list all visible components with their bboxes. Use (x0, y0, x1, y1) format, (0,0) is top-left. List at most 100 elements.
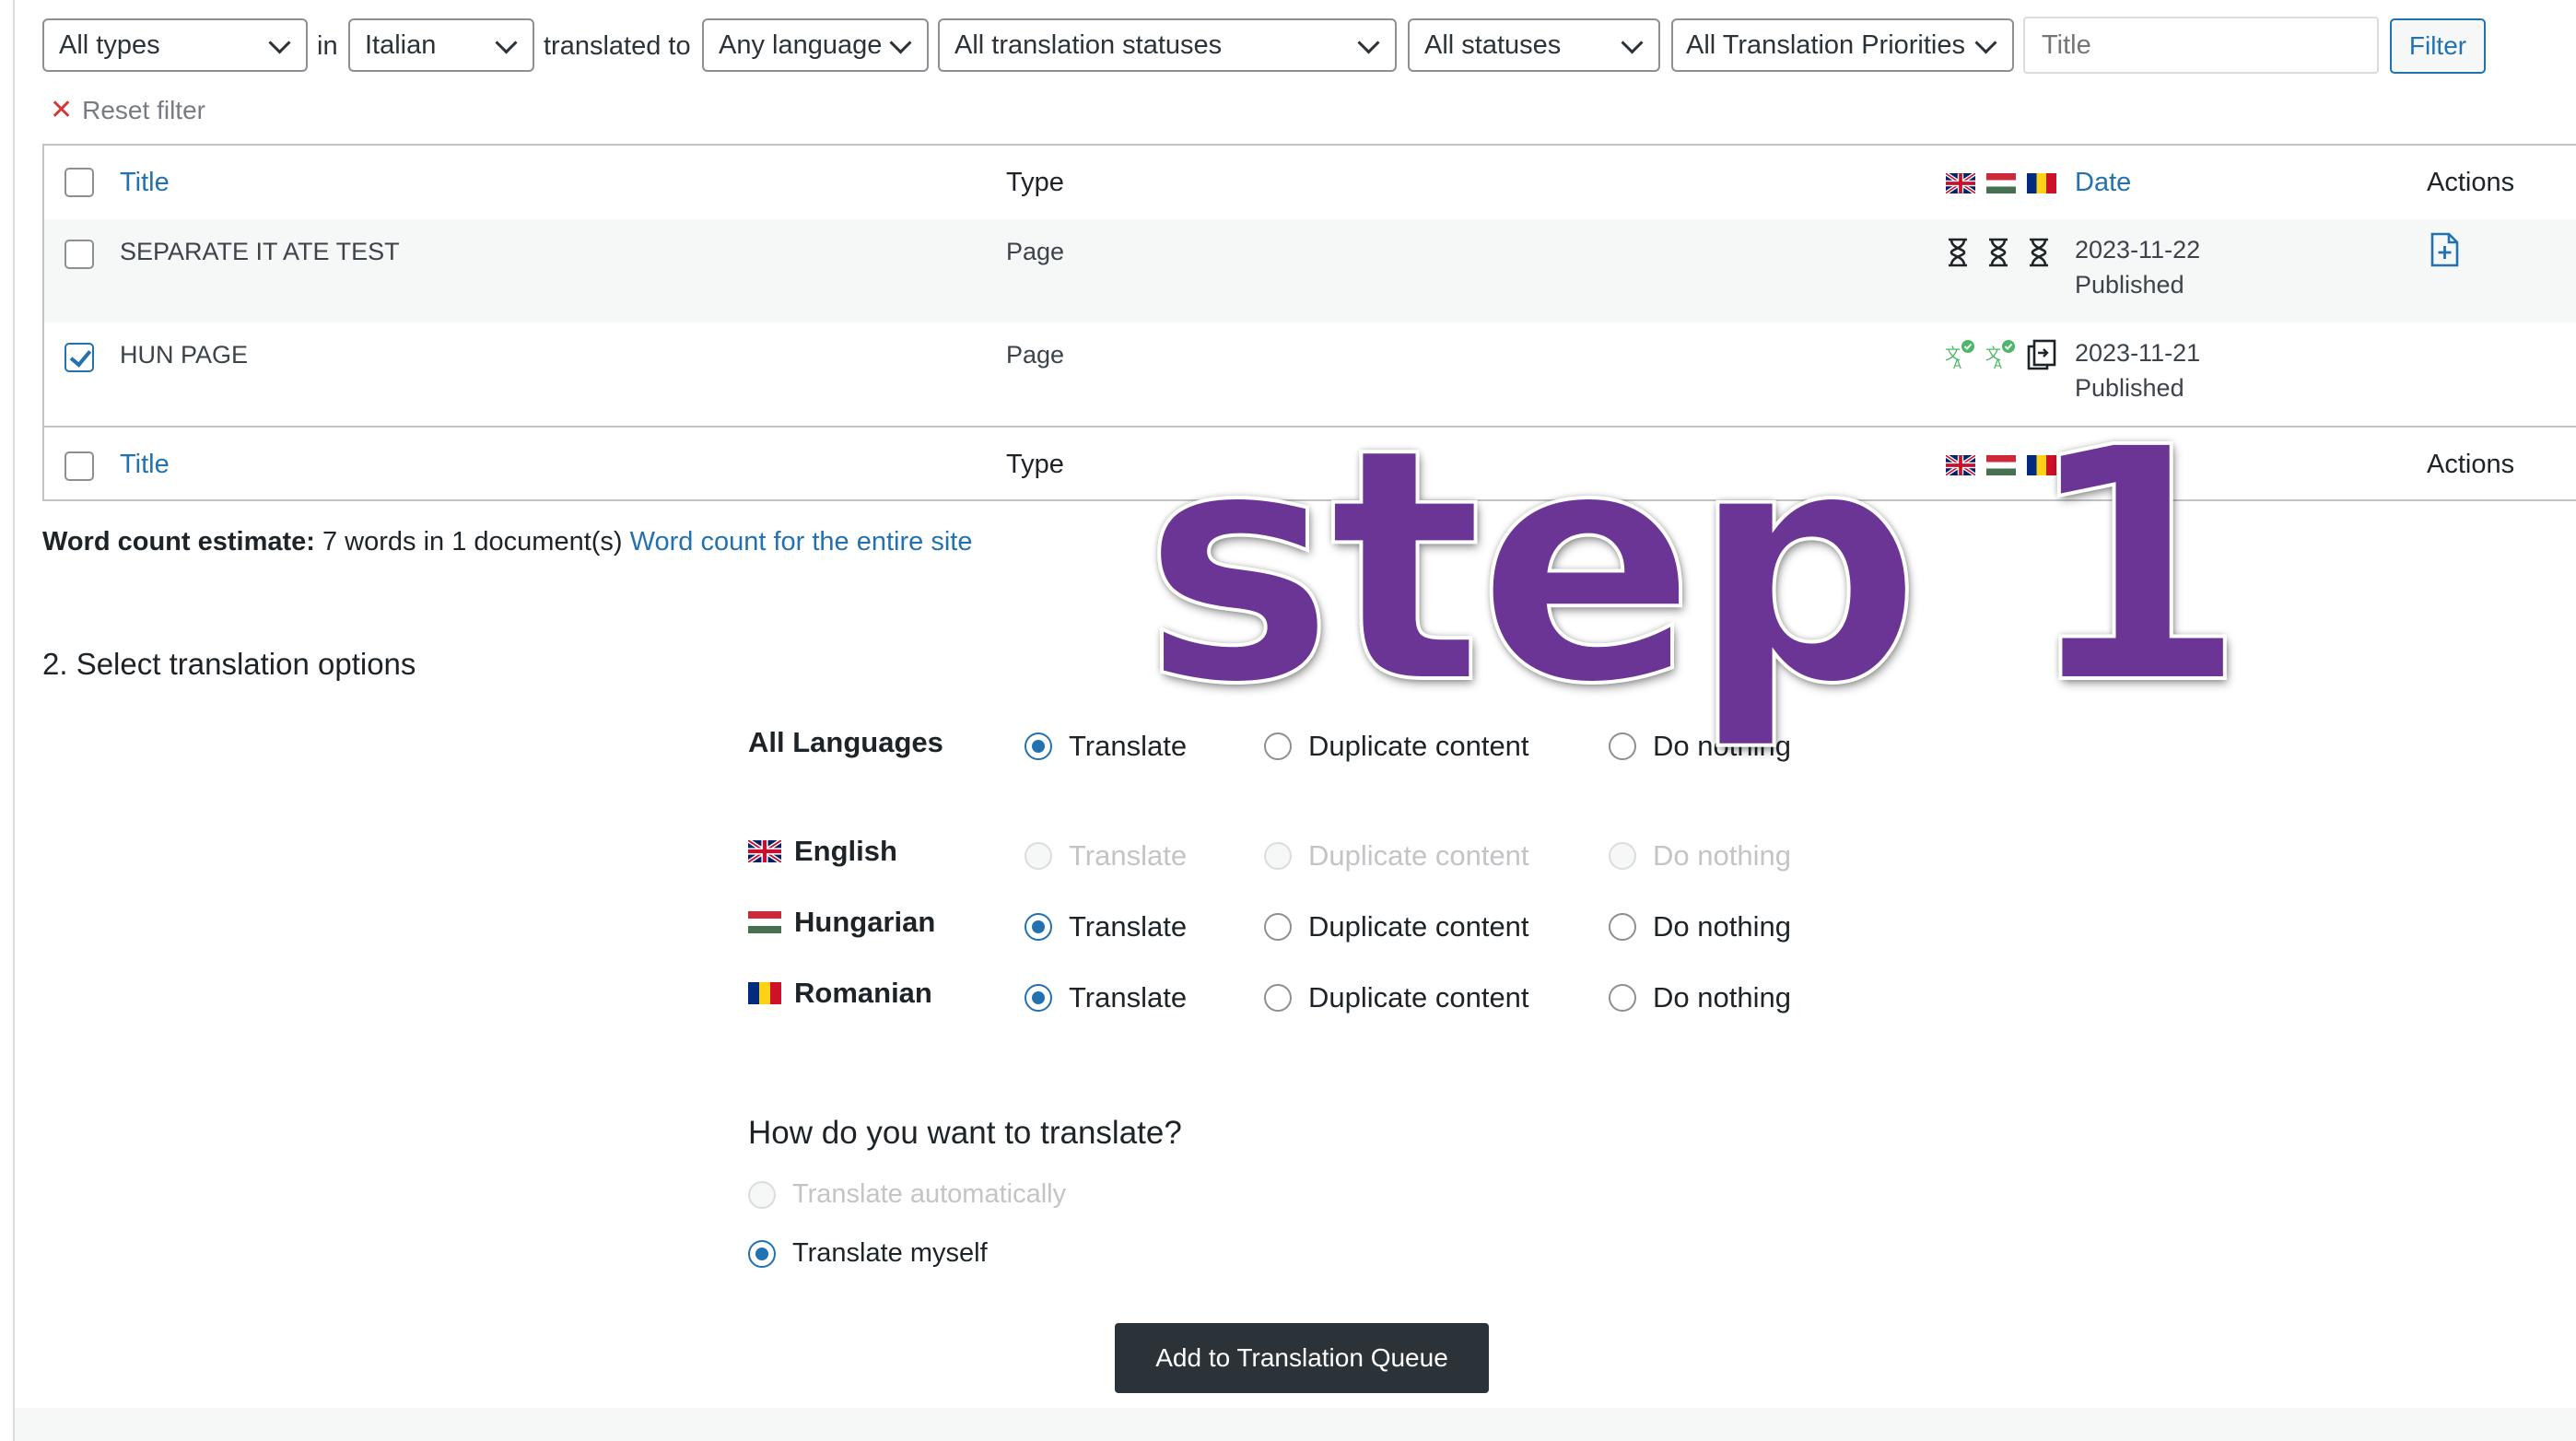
translation-status-icons (1902, 238, 2048, 275)
row-date: 2023-11-21 (2075, 339, 2201, 367)
english-translate-radio (1025, 842, 1052, 870)
title-column-footer[interactable]: Title (120, 450, 170, 480)
footer-band (15, 1408, 2576, 1441)
hourglass-icon[interactable] (1946, 238, 1970, 272)
hourglass-icon[interactable] (1986, 238, 2010, 272)
flag-ro-icon (2027, 173, 2056, 193)
word-count-value: 7 words in 1 document(s) (322, 527, 623, 556)
english-translate-label: Translate (1069, 839, 1188, 872)
chevron-down-icon (1357, 31, 1380, 54)
romanian-duplicate-label[interactable]: Duplicate content (1308, 981, 1529, 1014)
row-title: HUN PAGE (120, 341, 249, 369)
table-header-row: Title Type Date Actions (44, 146, 2576, 221)
word-count-estimate: Word count estimate: 7 words in 1 docume… (42, 527, 972, 557)
word-count-site-link[interactable]: Word count for the entire site (630, 527, 973, 556)
language-name: Hungarian (794, 906, 936, 938)
english-nothing-label: Do nothing (1653, 839, 1791, 872)
hungarian-duplicate-radio[interactable] (1264, 913, 1292, 941)
language-name: English (794, 835, 897, 867)
flag-en-icon (748, 840, 781, 862)
svg-text:A: A (1953, 358, 1961, 370)
romanian-duplicate-radio[interactable] (1264, 984, 1292, 1012)
row-title: SEPARATE IT ATE TEST (120, 238, 400, 265)
translated-icon[interactable]: 文A (1944, 339, 1975, 375)
section-title: 2. Select translation options (42, 647, 416, 681)
romanian-nothing-label[interactable]: Do nothing (1653, 981, 1791, 1014)
source-language-select[interactable]: Italian (348, 18, 534, 72)
word-count-label: Word count estimate: (42, 527, 315, 556)
language-flags-header (1902, 173, 2056, 197)
priority-select[interactable]: All Translation Priorities (1671, 18, 2014, 72)
row-checkbox[interactable] (64, 343, 94, 372)
row-type: Page (1006, 238, 1065, 265)
language-label-hungarian: Hungarian (748, 906, 935, 939)
chevron-down-icon (1974, 31, 1997, 54)
all-translate-radio[interactable] (1025, 732, 1052, 760)
translation-method-title: How do you want to translate? (748, 1115, 1182, 1151)
chevron-down-icon (268, 31, 291, 54)
translation-status-select[interactable]: All translation statuses (938, 18, 1397, 72)
reset-filter-label: Reset filter (82, 96, 205, 124)
target-language-select[interactable]: Any language (702, 18, 929, 72)
flag-hu-icon (748, 911, 781, 933)
close-icon: ✕ (50, 95, 74, 125)
translated-icon[interactable]: 文A (1985, 339, 2016, 375)
translation-management-page: All types in Italian translated to Any l… (0, 0, 2576, 1441)
hungarian-nothing-label[interactable]: Do nothing (1653, 910, 1791, 943)
flag-ro-icon (748, 982, 781, 1004)
row-date-cell: 2023-11-22 Published (2075, 232, 2200, 302)
reset-filter-link[interactable]: ✕ Reset filter (50, 94, 205, 126)
type-filter-value: All types (59, 30, 160, 60)
in-label: in (317, 31, 338, 61)
svg-text:A: A (1994, 358, 2002, 370)
row-checkbox[interactable] (64, 240, 94, 269)
language-label-english: English (748, 835, 897, 868)
translate-automatically-label: Translate automatically (792, 1179, 1067, 1209)
translate-myself-label[interactable]: Translate myself (792, 1238, 988, 1269)
type-filter-select[interactable]: All types (42, 18, 308, 72)
hungarian-translate-radio[interactable] (1025, 913, 1052, 941)
translated-to-label: translated to (544, 31, 691, 61)
filter-button[interactable]: Filter (2390, 18, 2486, 74)
status-value: All statuses (1424, 30, 1562, 60)
hourglass-icon[interactable] (2027, 238, 2051, 272)
target-language-value: Any language (719, 30, 883, 60)
actions-column-footer: Actions (2427, 450, 2515, 479)
select-all-checkbox[interactable] (64, 168, 94, 197)
row-publish-status: Published (2075, 271, 2184, 299)
chevron-down-icon (495, 31, 518, 54)
translation-status-icons: 文A 文A (1902, 339, 2056, 376)
translate-myself-radio[interactable] (748, 1240, 776, 1268)
hungarian-duplicate-label[interactable]: Duplicate content (1308, 910, 1529, 943)
english-duplicate-label: Duplicate content (1308, 839, 1529, 872)
romanian-nothing-radio[interactable] (1609, 984, 1636, 1012)
admin-menu-edge (13, 0, 15, 1441)
row-date: 2023-11-22 (2075, 236, 2201, 264)
translate-automatically-radio (748, 1181, 776, 1209)
language-name: Romanian (794, 977, 932, 1009)
status-select[interactable]: All statuses (1408, 18, 1660, 72)
romanian-translate-radio[interactable] (1025, 984, 1052, 1012)
type-column-header: Type (1006, 168, 1064, 197)
romanian-translate-label[interactable]: Translate (1069, 981, 1187, 1014)
add-to-translation-queue-button[interactable]: Add to Translation Queue (1115, 1323, 1489, 1393)
priority-value: All Translation Priorities (1686, 30, 1965, 60)
type-column-footer: Type (1006, 450, 1064, 479)
table-row: SEPARATE IT ATE TEST Page 2023-11-22 Pub… (44, 219, 2576, 322)
english-nothing-radio (1609, 842, 1636, 870)
actions-column-header: Actions (2427, 168, 2515, 197)
hungarian-translate-label[interactable]: Translate (1069, 910, 1187, 943)
language-label-romanian: Romanian (748, 977, 932, 1010)
chevron-down-icon (889, 31, 912, 54)
source-language-value: Italian (365, 30, 437, 60)
step-overlay-label: step 1 (1141, 379, 2249, 755)
title-column-header[interactable]: Title (120, 168, 170, 198)
duplicate-icon[interactable] (2027, 339, 2056, 375)
date-column-header[interactable]: Date (2075, 168, 2131, 198)
hungarian-nothing-radio[interactable] (1609, 913, 1636, 941)
title-search-input[interactable] (2023, 17, 2379, 74)
row-type: Page (1006, 341, 1065, 369)
add-document-icon[interactable] (2429, 232, 2460, 272)
select-all-checkbox[interactable] (64, 451, 94, 481)
flag-en-icon (1946, 173, 1975, 193)
